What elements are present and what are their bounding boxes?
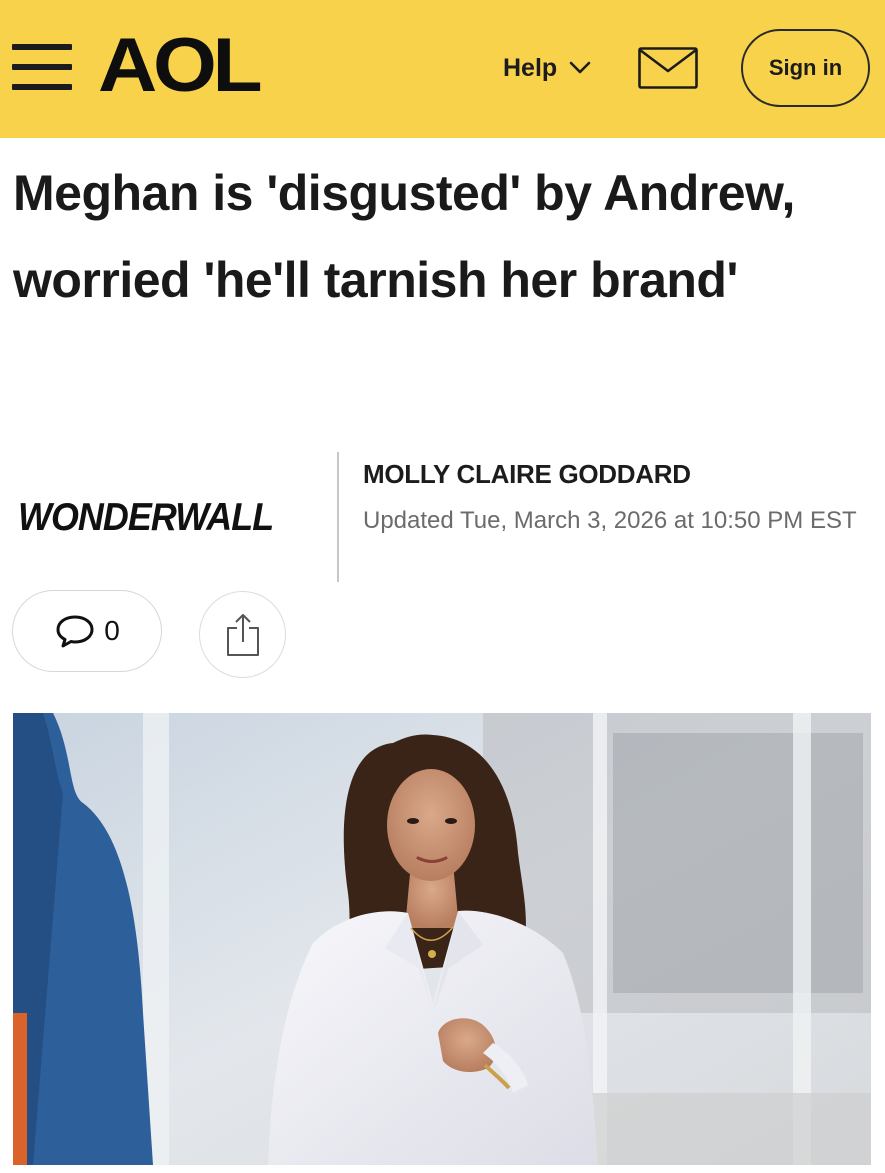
aol-logo[interactable]: AOL	[98, 26, 263, 106]
share-button[interactable]	[199, 591, 286, 678]
comments-button[interactable]: 0	[12, 590, 162, 672]
hamburger-menu-icon[interactable]	[12, 44, 74, 92]
envelope-icon[interactable]	[638, 47, 698, 89]
updated-timestamp: Updated Tue, March 3, 2026 at 10:50 PM E…	[363, 507, 857, 534]
author-name[interactable]: MOLLY CLAIRE GODDARD	[363, 459, 691, 490]
share-icon	[226, 613, 259, 656]
sign-in-button[interactable]: Sign in	[741, 29, 870, 107]
site-header: AOL Help Sign in	[0, 0, 885, 138]
help-menu-button[interactable]: Help	[503, 50, 591, 86]
source-logo[interactable]: WONDERWALL	[18, 492, 276, 544]
article-headline: Meghan is 'disgusted' by Andrew, worried…	[13, 165, 795, 308]
article-hero-image[interactable]	[13, 713, 871, 1165]
byline-divider	[337, 452, 339, 582]
speech-bubble-icon	[56, 615, 94, 648]
comment-count: 0	[104, 615, 120, 646]
hero-photo	[13, 713, 871, 1165]
chevron-down-icon	[569, 61, 591, 74]
help-label: Help	[503, 53, 558, 82]
